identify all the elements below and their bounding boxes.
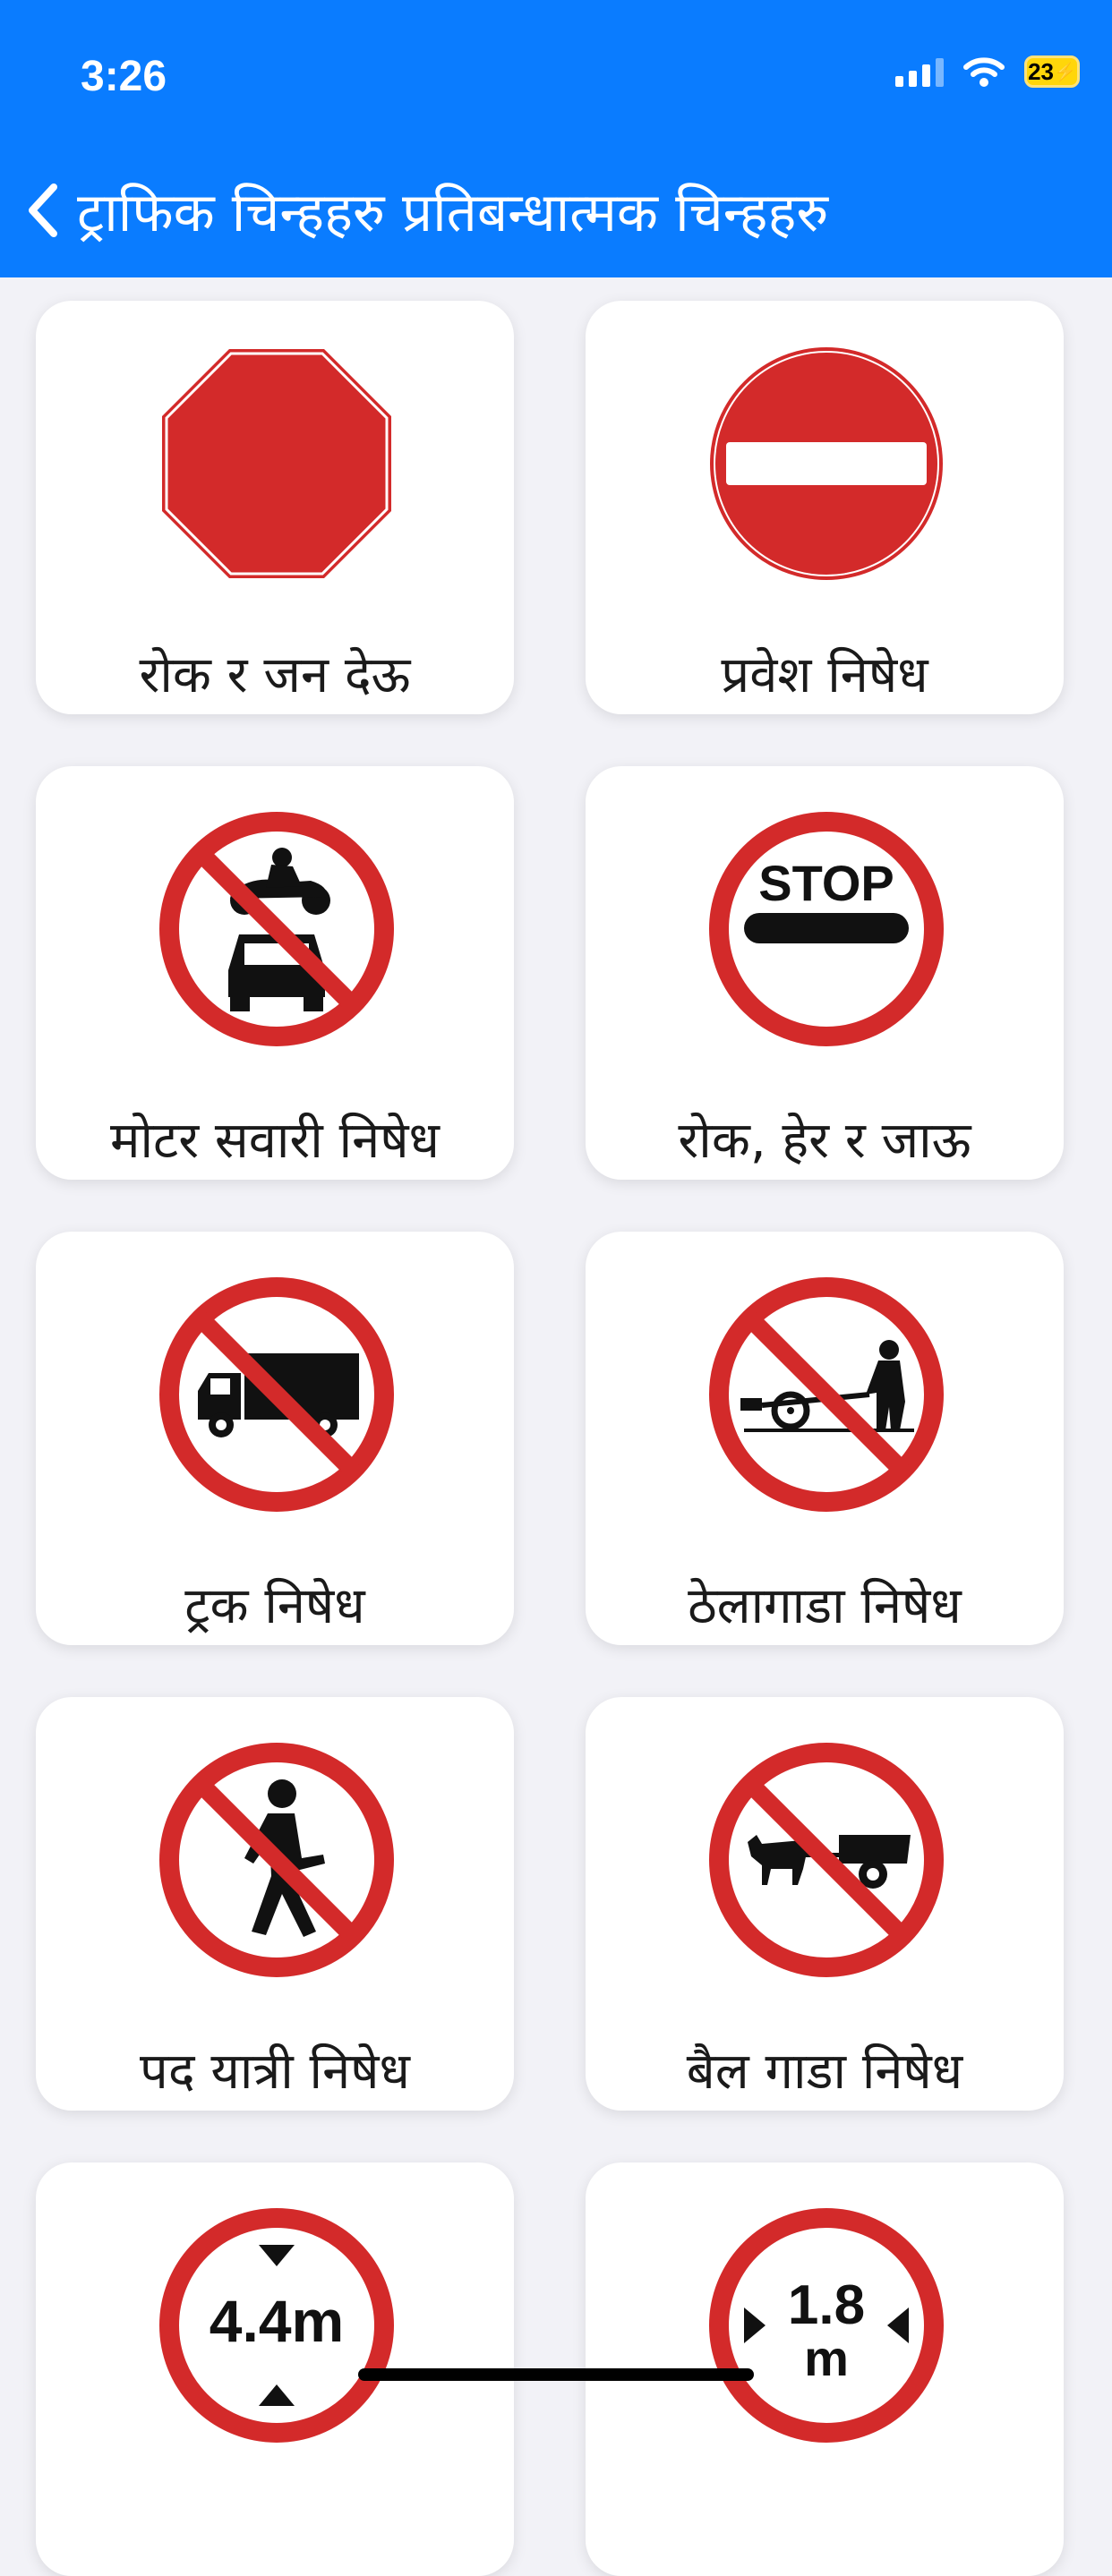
stop-octagon-icon	[162, 349, 391, 578]
no-motor-vehicles-icon	[159, 812, 394, 1046]
sign-label: मोटर सवारी निषेध	[109, 1112, 441, 1170]
sign-label: रोक र जन देऊ	[139, 646, 411, 704]
cellular-signal-icon	[895, 56, 944, 87]
sign-card-no-entry[interactable]: प्रवेश निषेध	[586, 301, 1064, 714]
sign-card-no-trucks[interactable]: ट्रक निषेध	[36, 1232, 514, 1645]
sign-label: बैल गाडा निषेध	[686, 2043, 963, 2101]
stop-look-go-icon: STOP	[709, 812, 944, 1046]
sign-card-no-bullock-carts[interactable]: बैल गाडा निषेध	[586, 1697, 1064, 2111]
sign-label: प्रवेश निषेध	[721, 646, 928, 704]
no-trucks-icon	[159, 1277, 394, 1512]
sign-label: पद यात्री निषेध	[140, 2043, 410, 2101]
wifi-icon	[963, 57, 1005, 87]
svg-text:1.8: 1.8	[788, 2274, 865, 2336]
sign-card-stop-look-go[interactable]: STOP रोक, हेर र जाऊ	[586, 766, 1064, 1180]
status-time: 3:26	[81, 53, 167, 100]
height-limit-icon: 4.4m	[159, 2208, 394, 2443]
no-handcarts-icon	[709, 1277, 944, 1512]
page-title: ट्राफिक चिन्हहरु प्रतिबन्धात्मक चिन्हहरु	[77, 182, 829, 244]
nav-bar: ट्राफिक चिन्हहरु प्रतिबन्धात्मक चिन्हहरु	[0, 170, 1112, 251]
sign-card-no-motor-vehicles[interactable]: मोटर सवारी निषेध	[36, 766, 514, 1180]
sign-text: 4.4m	[210, 2288, 344, 2354]
battery-icon: 23 ⚡	[1024, 55, 1080, 88]
sign-label: रोक, हेर र जाऊ	[678, 1112, 971, 1170]
no-bullock-carts-icon	[709, 1743, 944, 1977]
back-button[interactable]	[23, 170, 77, 251]
sign-label: ट्रक निषेध	[184, 1577, 365, 1635]
width-limit-icon: 1.8 m	[709, 2208, 944, 2443]
no-entry-icon	[710, 347, 943, 580]
chevron-left-icon	[29, 183, 57, 237]
sign-text: STOP	[758, 855, 894, 911]
app-header: 3:26 23 ⚡ ट्राफिक चिन्हहरु प्रतिबन्धात्मक…	[0, 0, 1112, 277]
sign-label: ठेलागाडा निषेध	[688, 1577, 962, 1635]
home-indicator[interactable]	[358, 2368, 754, 2381]
svg-text:m: m	[804, 2330, 849, 2386]
no-pedestrians-icon	[159, 1743, 394, 1977]
status-icons: 23 ⚡	[895, 55, 1080, 88]
battery-level: 23	[1028, 57, 1054, 85]
sign-card-stop-give-way[interactable]: रोक र जन देऊ	[36, 301, 514, 714]
sign-card-no-handcarts[interactable]: ठेलागाडा निषेध	[586, 1232, 1064, 1645]
sign-card-no-pedestrians[interactable]: पद यात्री निषेध	[36, 1697, 514, 2111]
